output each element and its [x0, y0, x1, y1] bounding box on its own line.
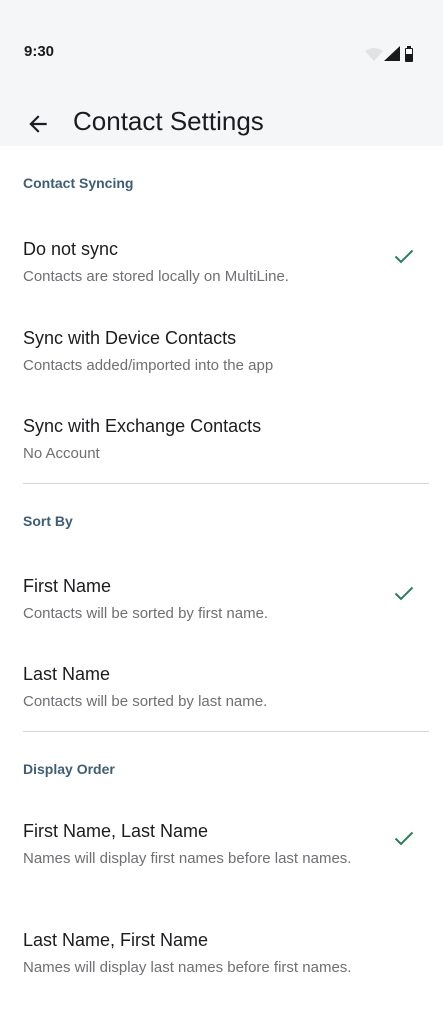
option-subtitle: Names will display last names before fir…: [23, 959, 352, 976]
page-title: Contact Settings: [73, 106, 264, 136]
option-title: First Name: [23, 576, 112, 596]
section-title-sort-by: Sort By: [23, 513, 73, 529]
option-title: Do not sync: [23, 239, 119, 259]
option-subtitle: Contacts are stored locally on MultiLine…: [23, 268, 289, 285]
battery-icon: [405, 46, 413, 62]
option-sort-last-name[interactable]: Last Name Contacts will be sorted by las…: [0, 664, 443, 714]
option-title: First Name, Last Name: [23, 821, 209, 841]
top-app-bar: 9:30 Contact Settings: [0, 0, 443, 146]
option-title: Sync with Device Contacts: [23, 328, 237, 348]
option-title: Last Name: [23, 664, 111, 684]
option-title: Last Name, First Name: [23, 930, 209, 950]
status-icons: [365, 46, 413, 62]
arrow-back-icon: [29, 115, 47, 133]
option-subtitle: Contacts will be sorted by last name.: [23, 693, 268, 710]
checkmark-icon: [394, 586, 414, 601]
wifi-icon: [365, 48, 383, 61]
status-bar: 9:30: [24, 43, 421, 65]
option-title: Sync with Exchange Contacts: [23, 416, 262, 436]
option-subtitle: No Account: [23, 445, 100, 462]
section-title-display-order: Display Order: [23, 761, 115, 777]
option-subtitle: Names will display first names before la…: [23, 850, 352, 867]
checkmark-icon: [394, 249, 414, 264]
option-sync-exchange-contacts[interactable]: Sync with Exchange Contacts No Account: [0, 416, 443, 466]
back-button[interactable]: [24, 110, 52, 138]
divider: [23, 483, 429, 484]
option-display-last-first[interactable]: Last Name, First Name Names will display…: [0, 930, 443, 1002]
option-sync-device-contacts[interactable]: Sync with Device Contacts Contacts added…: [0, 328, 443, 378]
option-display-first-last[interactable]: First Name, Last Name Names will display…: [0, 821, 443, 893]
option-subtitle: Contacts will be sorted by first name.: [23, 605, 269, 622]
checkmark-icon: [394, 831, 414, 846]
option-subtitle: Contacts added/imported into the app: [23, 357, 274, 374]
app-bar: Contact Settings: [0, 100, 443, 146]
option-sort-first-name[interactable]: First Name Contacts will be sorted by fi…: [0, 576, 443, 626]
signal-icon: [384, 46, 400, 61]
divider: [23, 731, 429, 732]
section-title-contact-syncing: Contact Syncing: [23, 175, 134, 191]
option-do-not-sync[interactable]: Do not sync Contacts are stored locally …: [0, 239, 443, 289]
status-time: 9:30: [24, 43, 55, 60]
